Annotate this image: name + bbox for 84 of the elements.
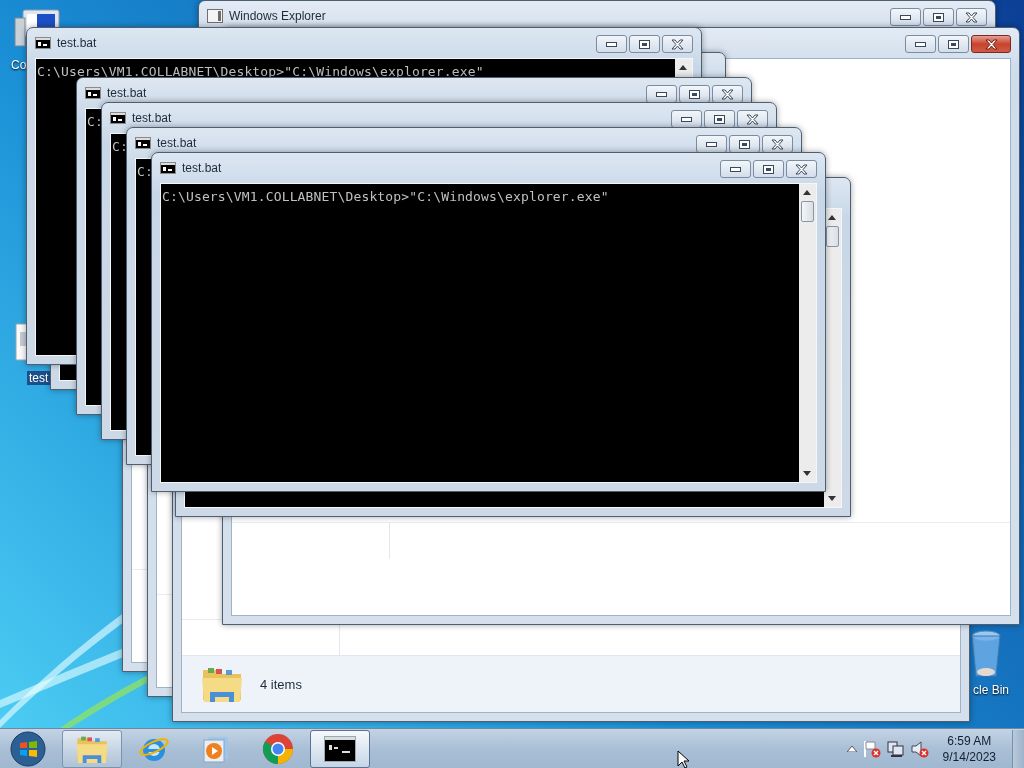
- scroll-down-icon[interactable]: [828, 496, 836, 501]
- minimize-button[interactable]: [720, 160, 751, 178]
- maximize-button[interactable]: [923, 8, 954, 26]
- console-icon: [160, 162, 176, 174]
- console-icon: [135, 137, 151, 149]
- console-icon: [324, 736, 356, 762]
- window-title: test.bat: [182, 161, 222, 175]
- clock-date[interactable]: 9/14/2023: [942, 749, 996, 765]
- maximize-icon: [948, 39, 959, 49]
- maximize-button[interactable]: [753, 160, 784, 178]
- close-icon: [771, 138, 784, 150]
- maximize-icon: [689, 89, 700, 99]
- console-text: C:: [87, 114, 103, 130]
- start-button[interactable]: [8, 730, 48, 768]
- window-icon: [207, 9, 223, 23]
- scroll-up-icon[interactable]: [679, 65, 687, 70]
- scrollbar[interactable]: [799, 184, 816, 482]
- scroll-up-icon[interactable]: [828, 215, 836, 220]
- windows-logo-icon: [10, 731, 46, 767]
- minimize-button[interactable]: [905, 35, 936, 53]
- maximize-button[interactable]: [938, 35, 969, 53]
- close-icon: [965, 11, 978, 23]
- minimize-button[interactable]: [890, 8, 921, 26]
- window-title: Windows Explorer: [229, 9, 326, 23]
- maximize-button[interactable]: [679, 85, 710, 103]
- speaker-muted-icon[interactable]: [910, 740, 929, 758]
- minimize-icon: [681, 116, 692, 122]
- minimize-button[interactable]: [646, 85, 677, 103]
- close-button[interactable]: [971, 35, 1011, 53]
- console-text: C:: [137, 164, 153, 180]
- window-title: test.bat: [157, 136, 197, 150]
- minimize-icon: [606, 41, 617, 47]
- close-button[interactable]: [662, 35, 693, 53]
- media-player-icon: [202, 735, 230, 763]
- close-icon: [721, 88, 734, 100]
- window-title: test.bat: [107, 86, 147, 100]
- close-button[interactable]: [956, 8, 987, 26]
- console-icon: [35, 37, 51, 49]
- maximize-icon: [763, 164, 774, 174]
- scroll-up-icon[interactable]: [803, 190, 811, 195]
- scroll-thumb[interactable]: [801, 201, 814, 222]
- maximize-button[interactable]: [704, 110, 735, 128]
- close-icon: [671, 38, 684, 50]
- close-button[interactable]: [712, 85, 743, 103]
- minimize-button[interactable]: [671, 110, 702, 128]
- minimize-icon: [900, 14, 911, 20]
- window-title: test.bat: [132, 111, 172, 125]
- console-icon: [85, 87, 101, 99]
- maximize-icon: [933, 12, 944, 22]
- mouse-cursor-icon: [677, 750, 690, 768]
- desktop-icon-label[interactable]: Co: [9, 58, 29, 72]
- console-icon: [110, 112, 126, 124]
- close-icon: [746, 113, 759, 125]
- minimize-icon: [915, 41, 926, 47]
- minimize-icon: [730, 166, 741, 172]
- close-button[interactable]: [786, 160, 817, 178]
- console-text: C:\Users\VM1.COLLABNET\Desktop>"C:\Windows\explorer.exe": [37, 64, 484, 80]
- close-button[interactable]: [762, 135, 793, 153]
- window-title: test.bat: [57, 36, 97, 50]
- chrome-icon: [262, 733, 294, 765]
- close-icon: [795, 163, 808, 175]
- close-icon: [984, 38, 998, 50]
- minimize-button[interactable]: [696, 135, 727, 153]
- close-button[interactable]: [737, 110, 768, 128]
- maximize-button[interactable]: [629, 35, 660, 53]
- taskbar-button[interactable]: [310, 730, 370, 768]
- item-count: 4 items: [260, 676, 302, 692]
- maximize-icon: [714, 114, 725, 124]
- desktop-icon-label[interactable]: test: [27, 371, 51, 385]
- minimize-icon: [706, 141, 717, 147]
- scroll-down-icon[interactable]: [803, 471, 811, 476]
- maximize-button[interactable]: [729, 135, 760, 153]
- minimize-icon: [656, 91, 667, 97]
- show-hidden-icons-icon[interactable]: [846, 746, 857, 752]
- console-text: C:\Users\VM1.COLLABNET\Desktop>"C:\Windows\explorer.exe": [162, 189, 609, 205]
- minimize-button[interactable]: [596, 35, 627, 53]
- scroll-thumb[interactable]: [826, 226, 839, 247]
- maximize-icon: [639, 39, 650, 49]
- network-icon[interactable]: [886, 740, 905, 758]
- desktop-icon-label[interactable]: cle Bin: [971, 683, 1012, 697]
- console-text: C:: [112, 139, 128, 155]
- clock-time[interactable]: 6:59 AM: [947, 733, 992, 749]
- maximize-icon: [739, 139, 750, 149]
- flag-icon[interactable]: [862, 740, 881, 758]
